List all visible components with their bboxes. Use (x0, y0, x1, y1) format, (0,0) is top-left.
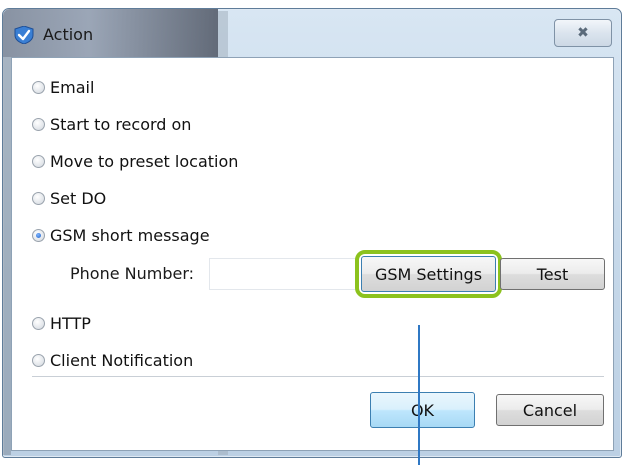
option-label: Start to record on (50, 114, 192, 134)
option-http[interactable]: HTTP (32, 311, 91, 335)
radio-button[interactable] (32, 316, 45, 330)
close-button[interactable]: ✖ (554, 19, 612, 47)
option-label: Client Notification (50, 350, 194, 370)
phone-number-label: Phone Number: (70, 264, 195, 283)
option-set-do[interactable]: Set DO (32, 186, 106, 210)
action-dialog: Action ✖ Email Start to record on Move t… (2, 8, 622, 458)
option-email[interactable]: Email (32, 75, 94, 99)
dialog-content: Email Start to record on Move to preset … (11, 57, 614, 451)
gsm-settings-button[interactable]: GSM Settings (361, 256, 496, 292)
option-label: Set DO (50, 188, 107, 208)
radio-button[interactable] (32, 117, 45, 131)
option-label: GSM short message (50, 225, 210, 245)
radio-button[interactable] (32, 191, 45, 205)
background-ghost (3, 57, 11, 455)
option-label: Move to preset location (50, 151, 239, 171)
option-start-record[interactable]: Start to record on (32, 112, 191, 136)
ok-button[interactable]: OK (370, 392, 475, 428)
radio-button[interactable] (32, 353, 45, 367)
divider (32, 376, 604, 378)
test-button[interactable]: Test (500, 258, 605, 290)
radio-button[interactable] (32, 80, 45, 94)
option-label: HTTP (50, 313, 91, 333)
radio-button[interactable] (32, 154, 45, 168)
annotation-pointer-line (418, 325, 420, 465)
option-label: Email (50, 77, 95, 97)
check-shield-icon (14, 25, 34, 45)
cancel-button[interactable]: Cancel (496, 394, 604, 426)
option-gsm-short-message[interactable]: GSM short message (32, 223, 210, 247)
option-move-preset[interactable]: Move to preset location (32, 149, 238, 173)
close-icon: ✖ (577, 25, 589, 41)
radio-button-selected[interactable] (32, 228, 45, 242)
title-bar[interactable]: Action ✖ (3, 9, 621, 55)
option-client-notification[interactable]: Client Notification (32, 348, 193, 372)
phone-number-input[interactable] (209, 258, 357, 290)
window-title: Action (43, 25, 94, 44)
